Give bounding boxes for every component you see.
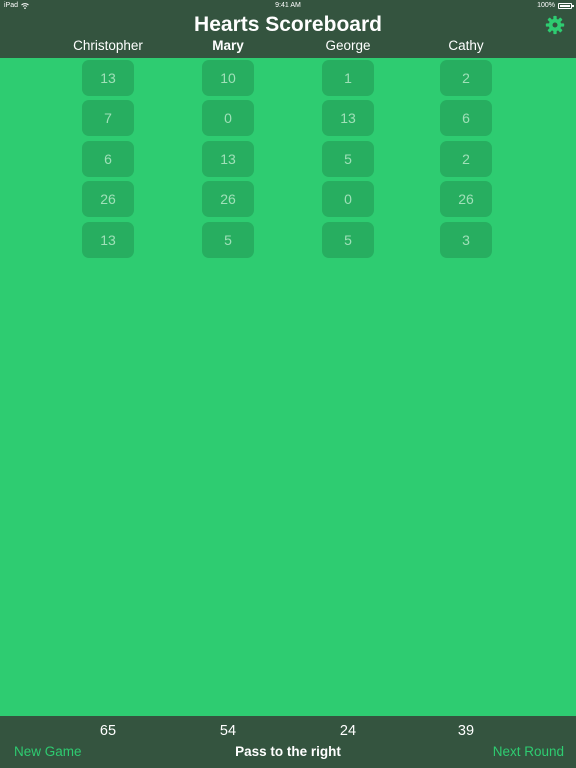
player-name-0[interactable]: Christopher bbox=[43, 38, 173, 54]
score-cell-r2-christopher[interactable]: 7 bbox=[82, 100, 134, 136]
score-cell-r1-cathy[interactable]: 2 bbox=[440, 60, 492, 96]
gear-icon bbox=[545, 15, 565, 35]
footer: 65 54 24 39 New Game Pass to the right N… bbox=[0, 716, 576, 768]
score-cell-r3-cathy[interactable]: 2 bbox=[440, 141, 492, 177]
score-cell-r2-george[interactable]: 13 bbox=[322, 100, 374, 136]
score-cell-r2-mary[interactable]: 0 bbox=[202, 100, 254, 136]
header: Hearts Scoreboard Christopher Mary Georg… bbox=[0, 12, 576, 58]
total-christopher: 65 bbox=[99, 723, 117, 739]
score-cell-r4-cathy[interactable]: 26 bbox=[440, 181, 492, 217]
score-cell-r3-christopher[interactable]: 6 bbox=[82, 141, 134, 177]
score-cell-r4-mary[interactable]: 26 bbox=[202, 181, 254, 217]
score-cell-r5-mary[interactable]: 5 bbox=[202, 222, 254, 258]
battery-percent: 100% bbox=[537, 2, 555, 9]
next-round-button[interactable]: Next Round bbox=[493, 743, 564, 761]
status-right: 100% bbox=[537, 0, 574, 12]
score-cell-r1-christopher[interactable]: 13 bbox=[82, 60, 134, 96]
settings-button[interactable] bbox=[544, 14, 566, 36]
score-cell-r4-christopher[interactable]: 26 bbox=[82, 181, 134, 217]
status-time: 9:41 AM bbox=[275, 2, 301, 9]
pass-direction-label: Pass to the right bbox=[235, 744, 341, 759]
battery-icon bbox=[558, 3, 574, 9]
score-cell-r1-mary[interactable]: 10 bbox=[202, 60, 254, 96]
total-mary: 54 bbox=[219, 723, 237, 739]
score-cell-r1-george[interactable]: 1 bbox=[322, 60, 374, 96]
score-cell-r3-mary[interactable]: 13 bbox=[202, 141, 254, 177]
score-cell-r5-cathy[interactable]: 3 bbox=[440, 222, 492, 258]
score-cell-r4-george[interactable]: 0 bbox=[322, 181, 374, 217]
score-cell-r5-george[interactable]: 5 bbox=[322, 222, 374, 258]
player-name-3[interactable]: Cathy bbox=[401, 38, 531, 54]
score-cell-r5-christopher[interactable]: 13 bbox=[82, 222, 134, 258]
player-name-1[interactable]: Mary bbox=[163, 38, 293, 54]
player-name-2[interactable]: George bbox=[283, 38, 413, 54]
status-bar: iPad 9:41 AM 100% bbox=[0, 0, 576, 12]
score-cell-r2-cathy[interactable]: 6 bbox=[440, 100, 492, 136]
score-cell-r3-george[interactable]: 5 bbox=[322, 141, 374, 177]
page-title: Hearts Scoreboard bbox=[194, 13, 382, 36]
total-george: 24 bbox=[339, 723, 357, 739]
total-cathy: 39 bbox=[457, 723, 475, 739]
